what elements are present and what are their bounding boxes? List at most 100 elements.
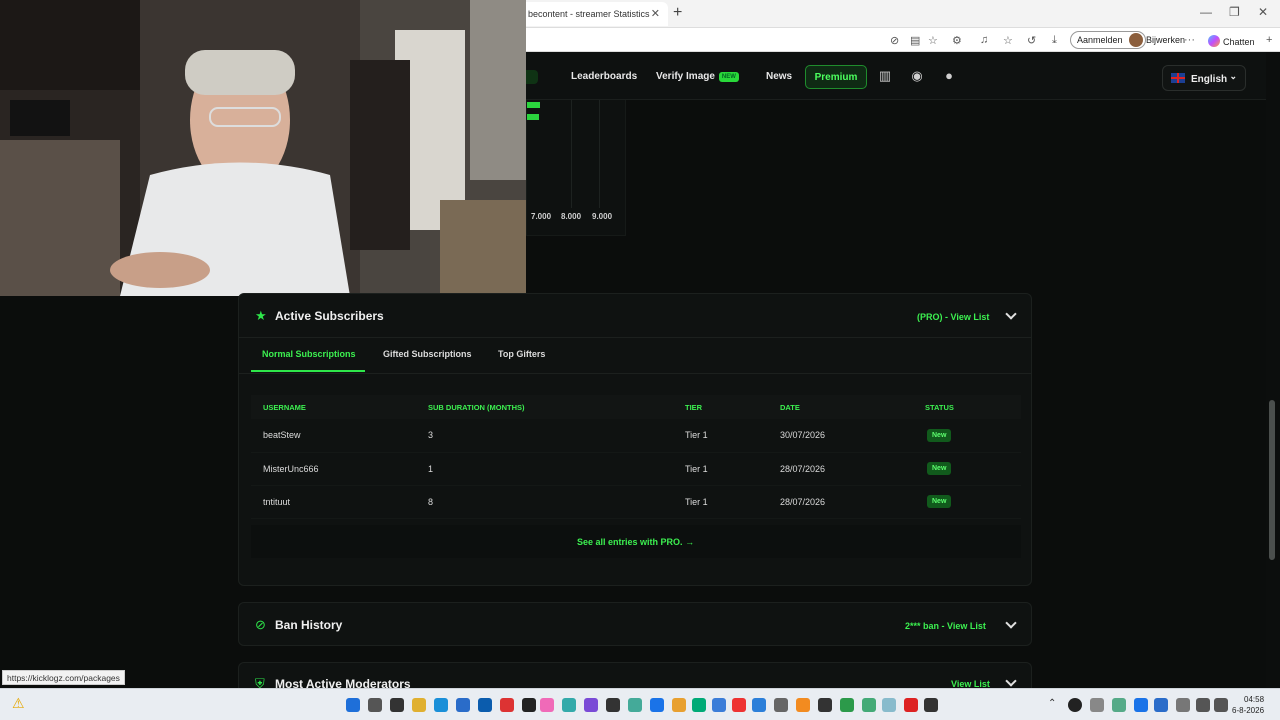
cell-tier: Tier 1	[673, 485, 768, 519]
update-button[interactable]: Bijwerken	[1146, 35, 1185, 45]
app-icon[interactable]	[584, 698, 598, 712]
chevron-down-icon[interactable]	[1005, 617, 1017, 629]
window-close-icon[interactable]: ✕	[1258, 5, 1268, 19]
app-icon[interactable]	[882, 698, 896, 712]
page-scrollbar[interactable]	[1266, 52, 1280, 688]
nav-verify-image[interactable]: Verify Image NEW	[656, 71, 739, 82]
app-icon[interactable]	[522, 698, 536, 712]
clock-time: 04:58	[1244, 695, 1265, 704]
mic-icon[interactable]	[1176, 698, 1190, 712]
minimize-icon[interactable]: —	[1200, 5, 1212, 19]
app-icon[interactable]	[904, 698, 918, 712]
chevron-down-icon[interactable]	[1005, 675, 1017, 687]
signin-button[interactable]: Aanmelden	[1070, 31, 1146, 49]
download-icon[interactable]: ⤓	[1052, 34, 1057, 47]
volume-icon[interactable]	[1214, 698, 1228, 712]
warning-icon[interactable]: ⚠	[12, 695, 25, 712]
app-icon[interactable]	[818, 698, 832, 712]
copilot-icon	[1208, 35, 1220, 47]
start-icon[interactable]	[346, 698, 360, 712]
app-icon[interactable]	[606, 698, 620, 712]
history-icon[interactable]: ↺	[1027, 34, 1036, 47]
new-tab-icon[interactable]: +	[673, 4, 682, 22]
tab-close-icon[interactable]: ✕	[651, 7, 660, 20]
nav-news[interactable]: News	[766, 71, 792, 82]
more-icon[interactable]: ···	[1184, 34, 1195, 46]
tab-gifted-subscriptions[interactable]: Gifted Subscriptions	[383, 349, 472, 359]
app-icon[interactable]	[650, 698, 664, 712]
favorite-star-icon[interactable]: ☆	[928, 34, 938, 47]
bluetooth-icon[interactable]	[1154, 698, 1168, 712]
app-icon[interactable]	[774, 698, 788, 712]
task-view-icon[interactable]	[390, 698, 404, 712]
cell-date: 30/07/2026	[768, 419, 913, 453]
cell-duration: 1	[416, 452, 673, 486]
app-icon[interactable]	[456, 698, 470, 712]
table-row: beatStew 3 Tier 1 30/07/2026 New	[251, 419, 1021, 453]
column-header: TIER	[673, 395, 768, 419]
vscode-icon[interactable]	[752, 698, 766, 712]
chrome-icon[interactable]	[840, 698, 854, 712]
app-icon[interactable]	[672, 698, 686, 712]
discord-icon[interactable]: ◉	[906, 68, 928, 86]
table-row: MisterUnc666 1 Tier 1 28/07/2026 New	[251, 452, 1021, 486]
arrow-right-icon: →	[685, 537, 695, 547]
view-list-link[interactable]: 2*** ban - View List	[905, 621, 986, 631]
cell-username: tntituut	[251, 485, 416, 519]
explorer-icon[interactable]	[412, 698, 426, 712]
nav-leaderboards[interactable]: Leaderboards	[571, 71, 637, 82]
favorites-icon[interactable]: ☆	[1003, 34, 1013, 47]
tab-top-gifters[interactable]: Top Gifters	[498, 349, 545, 359]
table-row: tntituut 8 Tier 1 28/07/2026 New	[251, 485, 1021, 519]
app-icon[interactable]	[540, 698, 554, 712]
view-list-link[interactable]: (PRO) - View List	[917, 312, 989, 322]
reader-icon[interactable]: ▤	[910, 34, 920, 47]
premium-button[interactable]: Premium	[805, 65, 867, 89]
stats-icon[interactable]: ▥	[874, 68, 896, 86]
tray-icon[interactable]	[1068, 698, 1082, 712]
chevron-down-icon[interactable]	[1005, 308, 1017, 320]
cell-duration: 8	[416, 485, 673, 519]
language-selector[interactable]: English ⌄	[1162, 65, 1246, 91]
tray-chevron-icon[interactable]: ⌃	[1048, 698, 1056, 709]
search-icon[interactable]	[368, 698, 382, 712]
vlc-icon[interactable]	[796, 698, 810, 712]
outlook-icon[interactable]	[478, 698, 492, 712]
app-icon[interactable]	[924, 698, 938, 712]
chat-button[interactable]: Chatten	[1208, 35, 1255, 47]
media-icon[interactable]: ♫	[980, 34, 988, 46]
moderators-panel[interactable]: ⛨ Most Active Moderators View List	[238, 662, 1032, 688]
app-icon[interactable]	[862, 698, 876, 712]
ban-history-panel[interactable]: ⊘ Ban History 2*** ban - View List	[238, 602, 1032, 646]
browser-tab[interactable]: becontent - streamer Statistics ✕	[520, 2, 668, 26]
chart-bar	[527, 102, 540, 108]
wifi-icon[interactable]	[1196, 698, 1210, 712]
app-icon[interactable]	[562, 698, 576, 712]
system-clock[interactable]: 04:58 6-8-2026	[1232, 694, 1264, 716]
scrollbar-thumb[interactable]	[1269, 400, 1275, 560]
tray-icon[interactable]	[1090, 698, 1104, 712]
sidebar-plus-icon[interactable]: +	[1266, 34, 1272, 46]
shield-icon: ⛨	[255, 676, 265, 689]
view-list-link[interactable]: View List	[951, 679, 990, 688]
language-label: English	[1191, 74, 1228, 85]
extensions-icon[interactable]: ⚙	[952, 34, 962, 47]
tracking-icon[interactable]: ⊘	[890, 34, 899, 47]
edge-icon[interactable]	[434, 698, 448, 712]
tray-icon[interactable]	[1134, 698, 1148, 712]
tab-normal-subscriptions[interactable]: Normal Subscriptions	[262, 349, 356, 359]
app-icon[interactable]	[712, 698, 726, 712]
column-header: STATUS	[913, 395, 1021, 419]
maximize-icon[interactable]: ❐	[1229, 5, 1240, 19]
account-icon[interactable]: ●	[938, 68, 960, 86]
app-icon[interactable]	[692, 698, 706, 712]
see-all-link[interactable]: See all entries with PRO. →	[577, 537, 694, 547]
cell-tier: Tier 1	[673, 452, 768, 486]
tray-icon[interactable]	[1112, 698, 1126, 712]
app-icon[interactable]	[732, 698, 746, 712]
profile-avatar	[1128, 33, 1143, 47]
new-badge: NEW	[718, 72, 739, 82]
app-icon[interactable]	[500, 698, 514, 712]
app-icon[interactable]	[628, 698, 642, 712]
chevron-down-icon: ⌄	[1229, 71, 1237, 81]
